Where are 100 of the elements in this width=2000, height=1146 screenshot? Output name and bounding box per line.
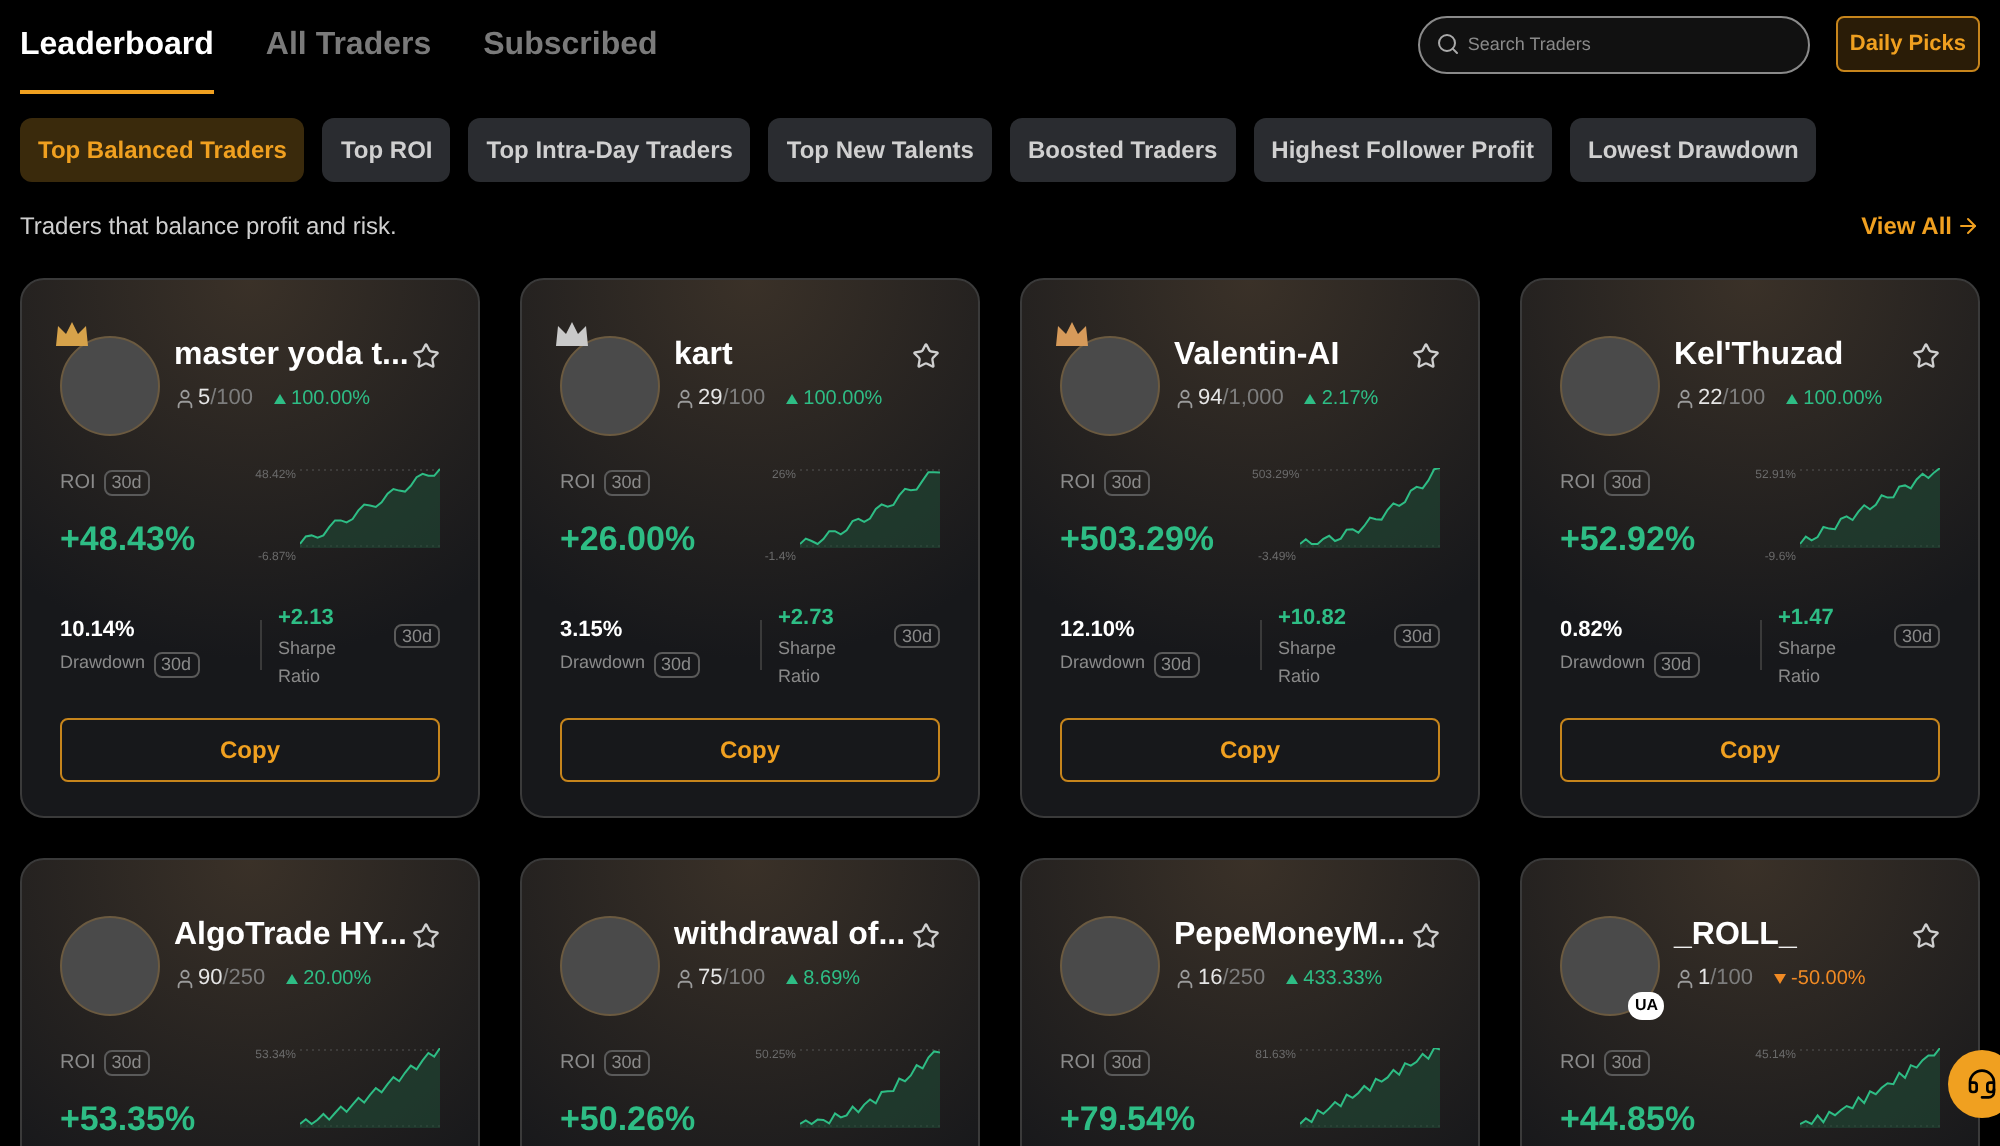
trader-name[interactable]: AlgoTrade HY... (174, 916, 407, 956)
roi-label: ROI (1060, 1050, 1096, 1078)
trader-name[interactable]: _ROLL_ (1674, 916, 1797, 956)
star-icon[interactable] (1912, 342, 1940, 370)
period-badge: 30d (1103, 1050, 1150, 1076)
roi-label: ROI (60, 470, 96, 498)
period-badge: 30d (603, 470, 650, 496)
sparkline-chart (1300, 468, 1440, 548)
period-badge: 30d (1103, 470, 1150, 496)
sharpe-label: Sharpe Ratio (1778, 636, 1839, 690)
follower-count: 75/100 (698, 964, 766, 994)
trader-name[interactable]: PepeMoneyM... (1174, 916, 1406, 956)
star-icon[interactable] (912, 342, 940, 370)
user-icon (1674, 387, 1696, 410)
period-badge: 30d (393, 624, 440, 648)
arrow-right-icon (1956, 214, 1980, 238)
nav-tab[interactable]: Subscribed (483, 14, 658, 94)
copy-button[interactable]: Copy (1560, 718, 1940, 782)
follower-count: 94/1,000 (1198, 384, 1284, 414)
period-badge: 30d (1153, 651, 1200, 677)
copy-button[interactable]: Copy (1060, 718, 1440, 782)
sharpe-label: Sharpe Ratio (278, 636, 339, 690)
trader-name[interactable]: Kel'Thuzad (1674, 336, 1844, 376)
category-chip[interactable]: Top Intra-Day Traders (468, 118, 751, 182)
follower-count: 1/100 (1698, 964, 1754, 994)
search-field[interactable]: Search Traders (1417, 15, 1810, 73)
period-badge: 30d (103, 1050, 150, 1076)
change-percent: 100.00% (803, 385, 883, 414)
roi-value: +53.35% (60, 1098, 198, 1142)
user-icon (1674, 967, 1696, 990)
sparkline-chart (1300, 1048, 1440, 1128)
sparkline-chart (1800, 468, 1940, 548)
daily-picks-button[interactable]: Daily Picks (1835, 16, 1980, 72)
user-icon (174, 967, 196, 990)
avatar (560, 916, 660, 1016)
roi-label: ROI (1060, 470, 1096, 498)
category-chip[interactable]: Top ROI (322, 118, 451, 182)
sparkline-chart (1800, 1048, 1940, 1128)
follower-count: 5/100 (198, 384, 254, 414)
follower-count: 16/250 (1198, 964, 1266, 994)
country-badge: UA (1628, 992, 1664, 1020)
change-percent: 433.33% (1303, 965, 1383, 994)
user-icon (674, 387, 696, 410)
user-icon (674, 967, 696, 990)
trader-name[interactable]: withdrawal of... (674, 916, 906, 956)
star-icon[interactable] (1412, 342, 1440, 370)
period-badge: 30d (603, 1050, 650, 1076)
change-percent: 100.00% (1803, 385, 1883, 414)
star-icon[interactable] (1412, 922, 1440, 950)
avatar (60, 336, 160, 436)
sparkline-chart (800, 1048, 940, 1128)
follower-count: 90/250 (198, 964, 266, 994)
star-icon[interactable] (412, 922, 440, 950)
change-percent: 2.17% (1321, 385, 1379, 414)
drawdown-value: 10.14% (60, 615, 137, 646)
drawdown-value: 3.15% (560, 615, 625, 646)
nav-tab[interactable]: Leaderboard (20, 14, 214, 94)
avatar (1560, 916, 1660, 1016)
roi-label: ROI (1560, 1050, 1596, 1078)
follower-count: 22/100 (1698, 384, 1766, 414)
trader-name[interactable]: kart (674, 336, 733, 376)
period-badge: 30d (103, 470, 150, 496)
period-badge: 30d (1893, 624, 1940, 648)
change-percent: -50.00% (1791, 965, 1866, 994)
nav-tab[interactable]: All Traders (265, 14, 432, 94)
category-chip[interactable]: Highest Follower Profit (1253, 118, 1553, 182)
roi-label: ROI (60, 1050, 96, 1078)
drawdown-label: Drawdown (60, 650, 146, 677)
trader-name[interactable]: Valentin-AI (1174, 336, 1340, 376)
follower-count: 29/100 (698, 384, 766, 414)
user-icon (1174, 387, 1196, 410)
avatar (560, 336, 660, 436)
search-icon (1435, 31, 1460, 55)
trader-name[interactable]: master yoda t... (174, 336, 409, 376)
user-icon (174, 387, 196, 410)
change-percent: 8.69% (803, 965, 861, 994)
star-icon[interactable] (912, 922, 940, 950)
roi-value: +44.85% (1560, 1098, 1698, 1142)
avatar (1060, 916, 1160, 1016)
period-badge: 30d (1393, 624, 1440, 648)
star-icon[interactable] (412, 342, 440, 370)
category-chip[interactable]: Boosted Traders (1009, 118, 1236, 182)
category-chip[interactable]: Top Balanced Traders (20, 118, 305, 182)
category-chip[interactable]: Lowest Drawdown (1570, 118, 1817, 182)
sparkline-chart (300, 1048, 440, 1128)
roi-value: +79.54% (1060, 1098, 1198, 1142)
user-icon (1174, 967, 1196, 990)
drawdown-label: Drawdown (560, 650, 646, 677)
copy-button[interactable]: Copy (60, 718, 440, 782)
roi-value: +48.43% (60, 518, 198, 562)
star-icon[interactable] (1912, 922, 1940, 950)
view-all-link[interactable]: View All (1861, 208, 1980, 244)
copy-button[interactable]: Copy (560, 718, 940, 782)
category-chip[interactable]: Top New Talents (768, 118, 992, 182)
sparkline-chart (800, 468, 940, 548)
period-badge: 30d (1653, 651, 1700, 677)
roi-value: +503.29% (1060, 518, 1217, 562)
drawdown-value: 0.82% (1560, 615, 1625, 646)
sharpe-value: +1.47 (1778, 603, 1836, 633)
change-percent: 20.00% (303, 965, 372, 994)
